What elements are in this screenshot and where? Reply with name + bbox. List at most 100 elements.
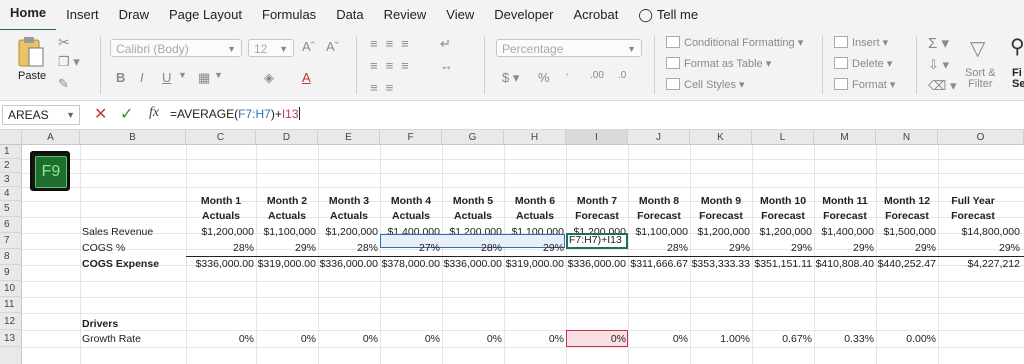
row-header[interactable]: 2 — [0, 159, 22, 173]
sales-cell[interactable]: $1,200,000 — [186, 225, 254, 240]
row-header[interactable]: 11 — [0, 297, 22, 313]
cogs-exp-cell[interactable]: $4,227,212 — [938, 257, 1020, 272]
wrap-text-icon[interactable]: ↵ — [440, 36, 451, 52]
growth-cell[interactable]: 0% — [256, 332, 316, 347]
header-type[interactable]: Actuals — [504, 209, 566, 224]
cogs-pct-cell[interactable]: 29% — [814, 241, 874, 256]
column-header[interactable]: L — [752, 130, 814, 145]
format-button[interactable]: Format ▾ — [834, 78, 895, 91]
header-month[interactable]: Month 9 — [690, 194, 752, 209]
sales-cell[interactable]: $1,400,000 — [814, 225, 874, 240]
sales-cell[interactable]: $1,100,000 — [256, 225, 316, 240]
number-format-dropdown[interactable]: Percentage ▼ — [496, 39, 642, 57]
indent-icon[interactable]: ≡≡ — [370, 80, 401, 95]
select-all-corner[interactable] — [0, 130, 22, 145]
cogs-pct-cell[interactable]: 28% — [628, 241, 688, 256]
header-month[interactable]: Month 4 — [380, 194, 442, 209]
cogs-exp-cell[interactable]: $336,000.00 — [442, 257, 502, 272]
header-month[interactable]: Month 8 — [628, 194, 690, 209]
header-type[interactable]: Actuals — [380, 209, 442, 224]
tab-acrobat[interactable]: Acrobat — [564, 0, 629, 30]
column-header[interactable]: N — [876, 130, 938, 145]
column-header[interactable]: O — [938, 130, 1024, 145]
merge-icon[interactable]: ↔ — [440, 58, 453, 73]
column-header[interactable]: I — [566, 130, 628, 145]
header-month[interactable]: Full Year — [938, 194, 1008, 209]
row-header[interactable]: 5 — [0, 201, 22, 217]
header-type[interactable]: Forecast — [628, 209, 690, 224]
paste-icon[interactable] — [16, 36, 46, 68]
growth-cell[interactable]: 0% — [380, 332, 440, 347]
growth-cell[interactable]: 0.00% — [876, 332, 936, 347]
sales-cell[interactable]: $1,200,000 — [752, 225, 812, 240]
row-label-growth[interactable]: Growth Rate — [82, 332, 141, 347]
tab-formulas[interactable]: Formulas — [252, 0, 326, 30]
growth-cell[interactable]: 1.00% — [690, 332, 750, 347]
cell-styles-button[interactable]: Cell Styles ▾ — [666, 78, 745, 91]
tab-tell-me[interactable]: ◯ Tell me — [628, 0, 708, 30]
row-header[interactable]: 6 — [0, 217, 22, 233]
cogs-pct-cell[interactable]: 29% — [752, 241, 812, 256]
percent-icon[interactable]: % — [538, 70, 550, 85]
tab-data[interactable]: Data — [326, 0, 373, 30]
sales-cell[interactable]: $1,500,000 — [876, 225, 936, 240]
header-month[interactable]: Month 11 — [814, 194, 876, 209]
sales-cell[interactable]: $14,800,000 — [938, 225, 1020, 240]
cogs-pct-cell[interactable]: 29% — [876, 241, 936, 256]
growth-cell[interactable]: 0% — [442, 332, 502, 347]
borders-icon[interactable]: ▦ — [198, 70, 210, 86]
grow-font-icon[interactable]: Aˆ — [302, 39, 315, 54]
autosum-icon[interactable]: Σ ▾ — [928, 34, 949, 52]
growth-cell[interactable]: 0% — [566, 332, 626, 347]
row-header[interactable]: 7 — [0, 233, 22, 249]
bold-icon[interactable]: B — [116, 70, 125, 85]
row-header[interactable]: 4 — [0, 187, 22, 201]
row-header[interactable]: 9 — [0, 265, 22, 281]
cogs-pct-cell[interactable]: 28% — [186, 241, 254, 256]
cogs-pct-cell[interactable]: 29% — [690, 241, 750, 256]
chevron-down-icon[interactable]: ▼ — [178, 70, 187, 80]
enter-icon[interactable]: ✓ — [120, 104, 133, 124]
row-label-sales[interactable]: Sales Revenue — [82, 225, 153, 240]
name-box[interactable]: AREAS ▼ — [2, 105, 80, 125]
font-size-dropdown[interactable]: 12 ▼ — [248, 39, 294, 57]
copy-icon[interactable]: ❐ ▾ — [58, 54, 80, 70]
cogs-exp-cell[interactable]: $336,000.00 — [186, 257, 254, 272]
underline-icon[interactable]: U — [162, 70, 171, 85]
formula-input[interactable]: =AVERAGE(F7:H7)+I13 — [170, 107, 300, 121]
header-month[interactable]: Month 5 — [442, 194, 504, 209]
cogs-exp-cell[interactable]: $440,252.47 — [876, 257, 936, 272]
cogs-pct-cell[interactable]: 28% — [318, 241, 378, 256]
header-month[interactable]: Month 2 — [256, 194, 318, 209]
tab-developer[interactable]: Developer — [484, 0, 563, 30]
column-header[interactable]: H — [504, 130, 566, 145]
cogs-exp-cell[interactable]: $351,151.11 — [752, 257, 812, 272]
header-type[interactable]: Forecast — [566, 209, 628, 224]
column-header[interactable]: M — [814, 130, 876, 145]
cancel-icon[interactable]: ✕ — [94, 104, 107, 124]
header-month[interactable]: Month 1 — [186, 194, 256, 209]
growth-cell[interactable]: 0% — [186, 332, 254, 347]
header-type[interactable]: Forecast — [752, 209, 814, 224]
header-month[interactable]: Month 10 — [752, 194, 814, 209]
cogs-exp-cell[interactable]: $336,000.00 — [318, 257, 378, 272]
header-month[interactable]: Month 7 — [566, 194, 628, 209]
find-select-button[interactable]: Fi Se — [1012, 68, 1024, 90]
cogs-exp-cell[interactable]: $319,000.00 — [504, 257, 564, 272]
fill-icon[interactable]: ⇩ ▾ — [928, 57, 949, 73]
column-header[interactable]: A — [22, 130, 80, 145]
row-label-cogs-pct[interactable]: COGS % — [82, 241, 125, 256]
row-label-cogs-expense[interactable]: COGS Expense — [82, 257, 159, 272]
cogs-pct-cell[interactable]: 29% — [256, 241, 316, 256]
column-header[interactable]: E — [318, 130, 380, 145]
cogs-exp-cell[interactable]: $410,808.40 — [814, 257, 874, 272]
cogs-pct-cell[interactable]: 27% — [380, 241, 440, 256]
header-month[interactable]: Month 12 — [876, 194, 938, 209]
header-type[interactable]: Forecast — [876, 209, 938, 224]
header-type[interactable]: Forecast — [690, 209, 752, 224]
column-header[interactable]: D — [256, 130, 318, 145]
column-header[interactable]: G — [442, 130, 504, 145]
column-header[interactable]: B — [80, 130, 186, 145]
clear-icon[interactable]: ⌫ ▾ — [928, 78, 957, 94]
align-top-icon[interactable]: ≡≡≡ — [370, 36, 417, 51]
